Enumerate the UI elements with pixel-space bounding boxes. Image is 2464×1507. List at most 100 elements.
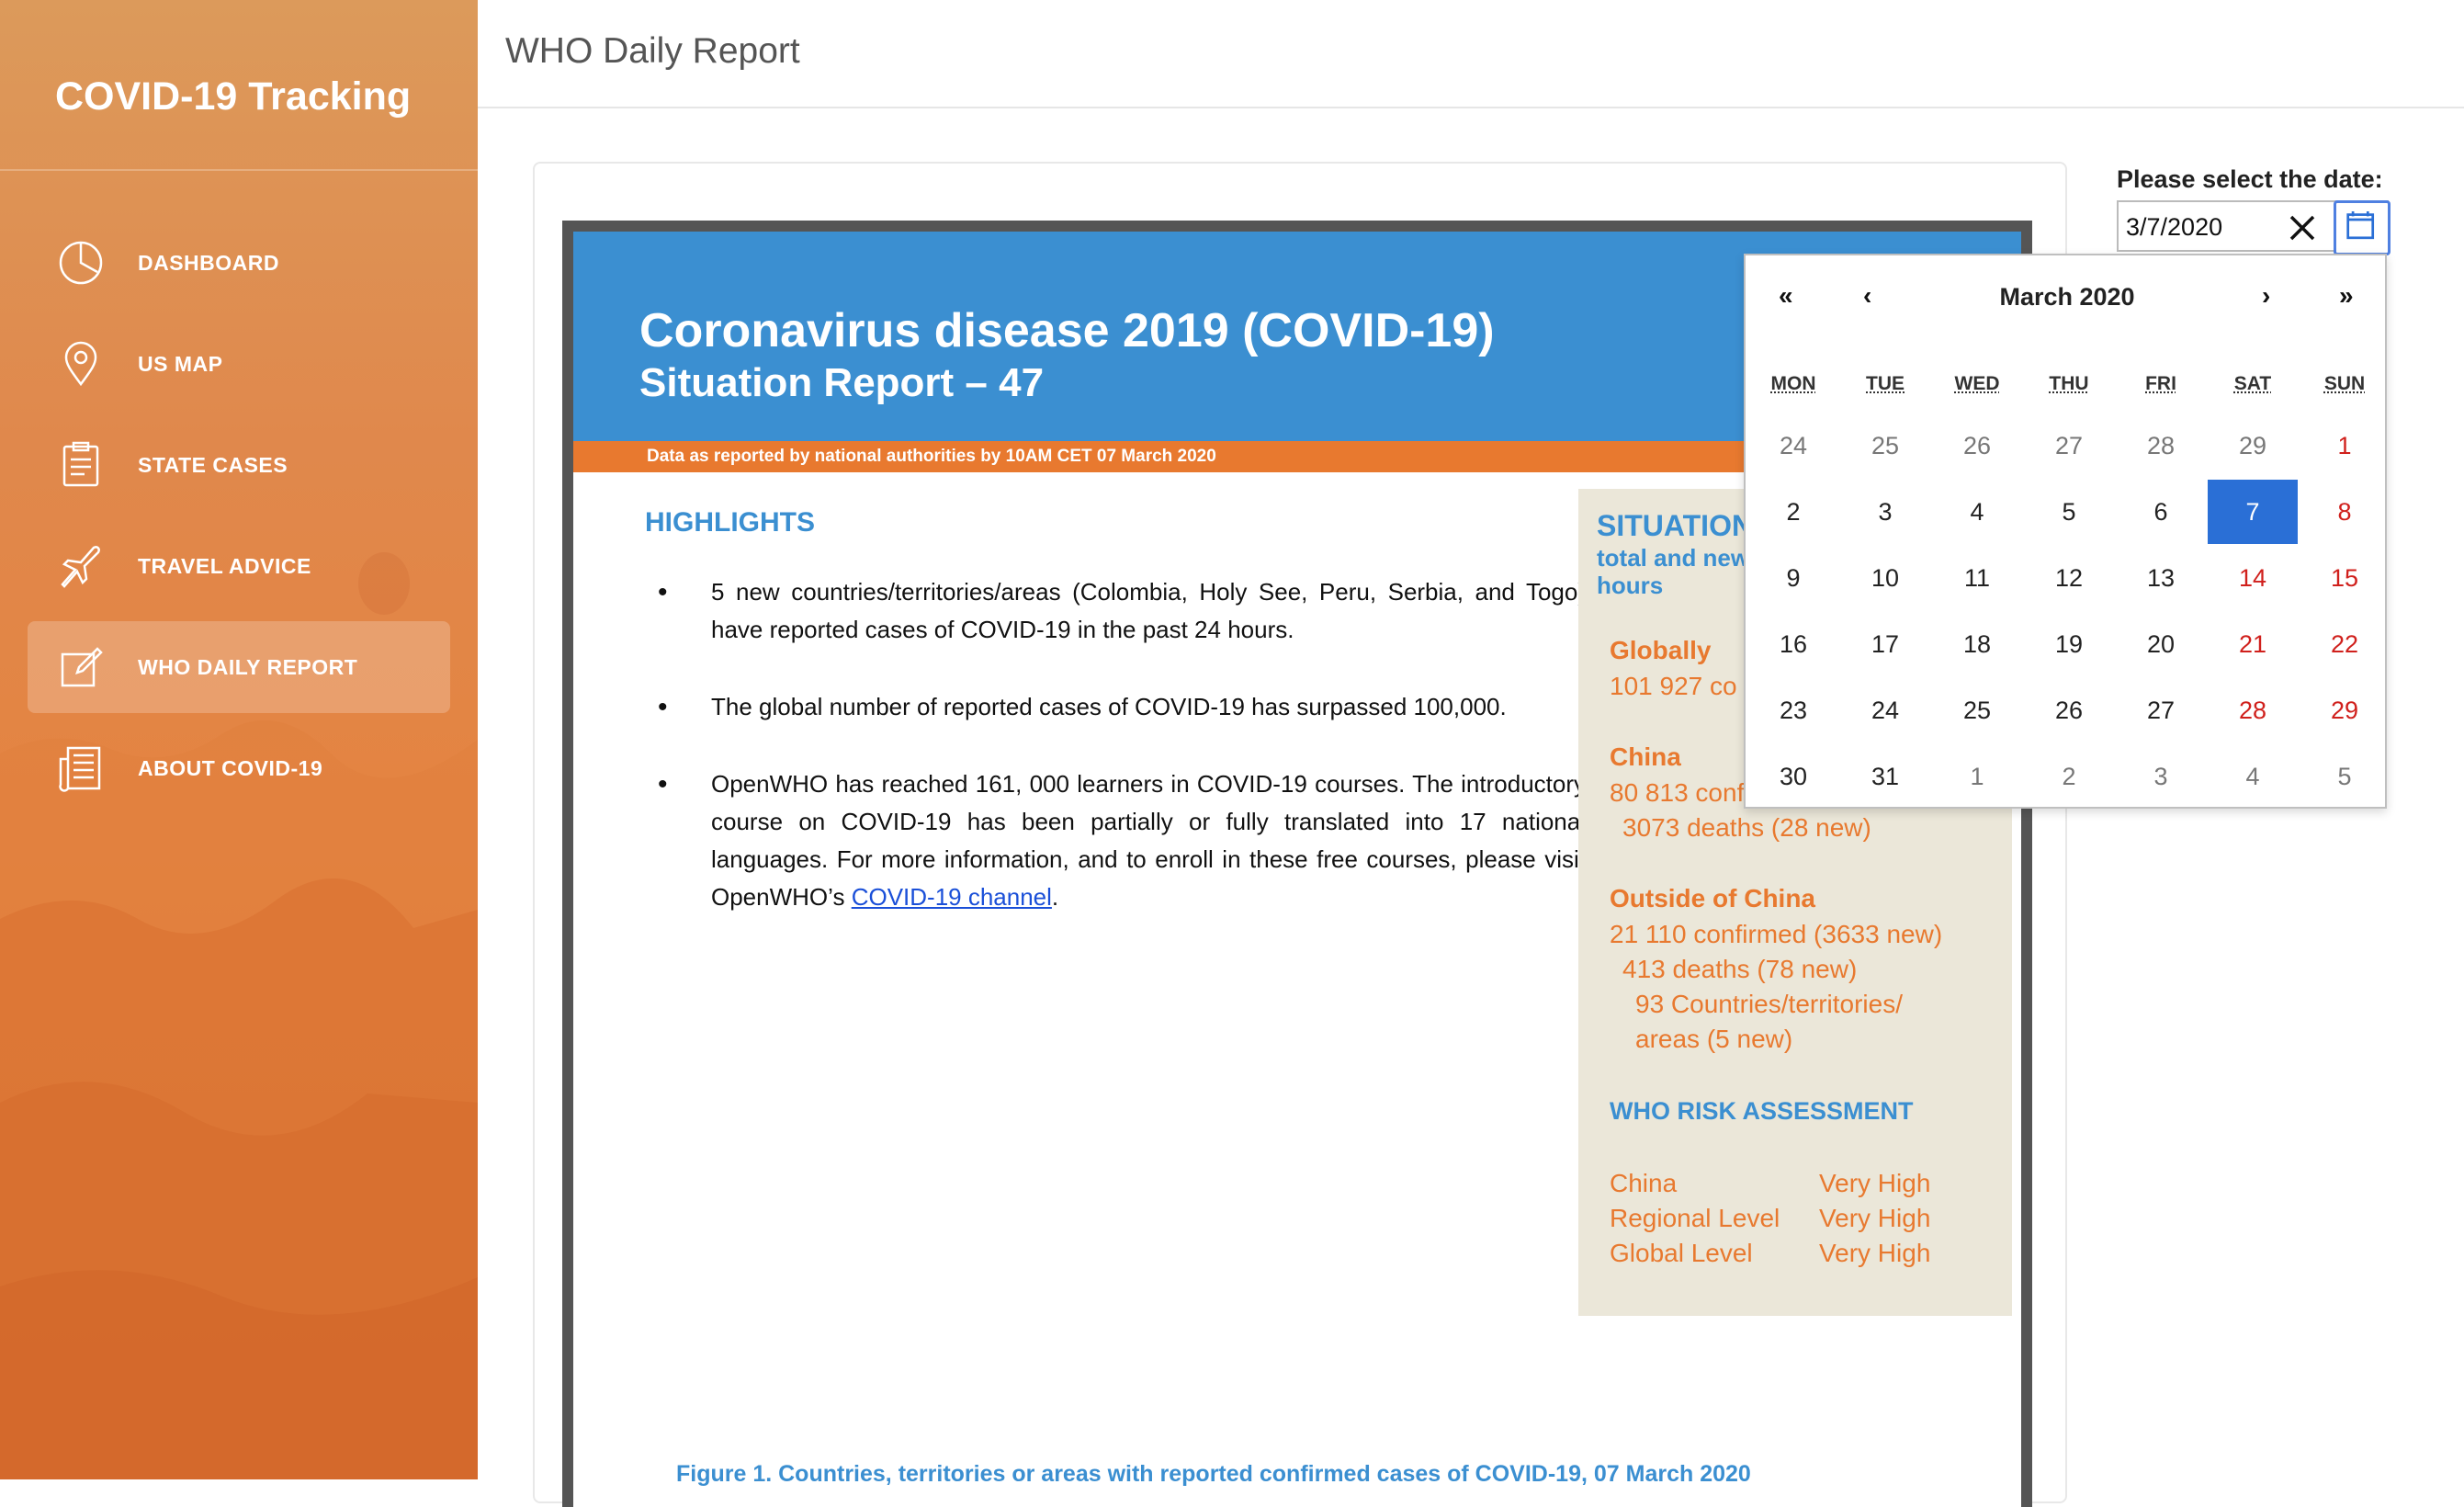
sidebar-item-who-daily-report[interactable]: WHO DAILY REPORT xyxy=(28,621,450,713)
calendar-day[interactable]: 9 xyxy=(1748,546,1838,610)
calendar-day[interactable]: 15 xyxy=(2300,546,2390,610)
calendar-day[interactable]: 3 xyxy=(2116,744,2206,809)
calendar-popup: « ‹ March 2020 › » MON TUE WED THU FRI SAT SUN… xyxy=(1744,254,2387,809)
date-picker-label: Please select the date: xyxy=(2117,165,2383,193)
highlights-title: HIGHLIGHTS xyxy=(645,507,815,538)
calendar-day[interactable]: 1 xyxy=(1932,744,2022,809)
sidebar-item-us-map[interactable]: US MAP xyxy=(28,318,450,410)
highlight-text: The global number of reported cases of C… xyxy=(711,693,1507,720)
calendar-day[interactable]: 8 xyxy=(2300,480,2390,544)
map-pin-icon xyxy=(64,341,97,387)
calendar-day[interactable]: 18 xyxy=(1932,612,2022,676)
calendar-day[interactable]: 1 xyxy=(2300,414,2390,478)
calendar-day[interactable]: 25 xyxy=(1932,678,2022,742)
app-brand: COVID-19 Tracking xyxy=(0,0,478,171)
weekday-header: WED xyxy=(1954,373,2000,394)
calendar-day[interactable]: 19 xyxy=(2024,612,2114,676)
calendar-day[interactable]: 23 xyxy=(1748,678,1838,742)
calendar-day[interactable]: 17 xyxy=(1840,612,1930,676)
risk-value: Very High xyxy=(1819,1239,1931,1267)
china-confirmed: 80 813 conf xyxy=(1610,778,1745,807)
globally-text: 101 927 co xyxy=(1610,672,1737,700)
covid-19-channel-link[interactable]: COVID-19 channel xyxy=(852,883,1052,911)
sidebar-item-label: ABOUT COVID-19 xyxy=(138,756,323,780)
calendar-day[interactable]: 22 xyxy=(2300,612,2390,676)
highlight-text: OpenWHO has reached 161, 000 learners in… xyxy=(711,770,1586,911)
highlights-list: 5 new countries/territories/areas (Colom… xyxy=(645,573,1586,956)
highlight-item: 5 new countries/territories/areas (Colom… xyxy=(645,573,1586,649)
weekday-header: MON xyxy=(1770,373,1816,394)
sidebar-item-label: WHO DAILY REPORT xyxy=(138,655,358,679)
calendar-day[interactable]: 16 xyxy=(1748,612,1838,676)
calendar-day[interactable]: 27 xyxy=(2116,678,2206,742)
calendar-day[interactable]: 11 xyxy=(1932,546,2022,610)
calendar-day[interactable]: 28 xyxy=(2208,678,2298,742)
calendar-day[interactable]: 27 xyxy=(2024,414,2114,478)
calendar-button[interactable] xyxy=(2334,200,2391,255)
calendar-day[interactable]: 29 xyxy=(2300,678,2390,742)
sidebar-item-about-covid-19[interactable]: ABOUT COVID-19 xyxy=(28,722,450,814)
weekday-header: THU xyxy=(2049,373,2089,394)
risk-row: Regional Level Very High xyxy=(1610,1204,1977,1233)
calendar-day[interactable]: 29 xyxy=(2208,414,2298,478)
risk-level: China xyxy=(1610,1169,1678,1197)
weekday-header: TUE xyxy=(1866,373,1905,394)
calendar-day[interactable]: 24 xyxy=(1748,414,1838,478)
calendar-day[interactable]: 5 xyxy=(2024,480,2114,544)
highlight-text: 5 new countries/territories/areas (Colom… xyxy=(711,578,1586,643)
weekday-header: FRI xyxy=(2145,373,2176,394)
outside-deaths: 413 deaths (78 new) xyxy=(1622,955,1858,983)
risk-value: Very High xyxy=(1819,1169,1931,1197)
sidebar-item-label: DASHBOARD xyxy=(138,251,279,275)
sidebar-nav: DASHBOARD US MAP STATE CASES TRAVEL ADVI… xyxy=(28,217,450,823)
calendar-day[interactable]: 2 xyxy=(1748,480,1838,544)
calendar-day-selected[interactable]: 7 xyxy=(2208,480,2298,544)
calendar-day[interactable]: 13 xyxy=(2116,546,2206,610)
calendar-day[interactable]: 5 xyxy=(2300,744,2390,809)
next-year-button[interactable]: » xyxy=(2339,281,2354,311)
outside-confirmed: 21 110 confirmed (3633 new) xyxy=(1610,920,1943,948)
sidebar-item-label: US MAP xyxy=(138,352,223,376)
close-icon[interactable] xyxy=(2284,210,2321,246)
globally-label: Globally xyxy=(1610,636,1712,664)
calendar-day[interactable]: 4 xyxy=(1932,480,2022,544)
calendar-day[interactable]: 25 xyxy=(1840,414,1930,478)
next-month-button[interactable]: › xyxy=(2262,281,2270,311)
calendar-day[interactable]: 20 xyxy=(2116,612,2206,676)
highlight-item: The global number of reported cases of C… xyxy=(645,688,1586,726)
calendar-day[interactable]: 2 xyxy=(2024,744,2114,809)
calendar-day[interactable]: 26 xyxy=(1932,414,2022,478)
sidebar-item-dashboard[interactable]: DASHBOARD xyxy=(28,217,450,309)
highlight-end: . xyxy=(1051,883,1059,911)
clipboard-icon xyxy=(62,441,99,487)
date-value[interactable]: 3/7/2020 xyxy=(2126,213,2222,242)
calendar-day[interactable]: 14 xyxy=(2208,546,2298,610)
sidebar-item-state-cases[interactable]: STATE CASES xyxy=(28,419,450,511)
calendar-day[interactable]: 4 xyxy=(2208,744,2298,809)
page-title: WHO Daily Report xyxy=(505,31,800,71)
calendar-day[interactable]: 31 xyxy=(1840,744,1930,809)
calendar-day[interactable]: 21 xyxy=(2208,612,2298,676)
highlight-item: OpenWHO has reached 161, 000 learners in… xyxy=(645,765,1586,916)
calendar-day[interactable]: 6 xyxy=(2116,480,2206,544)
sidebar-item-label: STATE CASES xyxy=(138,453,288,477)
calendar-day[interactable]: 24 xyxy=(1840,678,1930,742)
calendar-month: March 2020 xyxy=(1999,283,2135,311)
calendar-day[interactable]: 3 xyxy=(1840,480,1930,544)
calendar-day[interactable]: 28 xyxy=(2116,414,2206,478)
calendar-day[interactable]: 12 xyxy=(2024,546,2114,610)
risk-row: Global Level Very High xyxy=(1610,1239,1977,1268)
sidebar-item-travel-advice[interactable]: TRAVEL ADVICE xyxy=(28,520,450,612)
calendar-day[interactable]: 30 xyxy=(1748,744,1838,809)
risk-level: Global Level xyxy=(1610,1239,1753,1267)
weekday-header: SUN xyxy=(2323,373,2366,394)
outside-china-label: Outside of China xyxy=(1610,884,1815,912)
edit-icon xyxy=(61,647,103,687)
risk-level: Regional Level xyxy=(1610,1204,1780,1232)
calendar-day[interactable]: 10 xyxy=(1840,546,1930,610)
date-input[interactable]: 3/7/2020 xyxy=(2117,200,2391,255)
calendar-day[interactable]: 26 xyxy=(2024,678,2114,742)
report-title: Coronavirus disease 2019 (COVID-19) xyxy=(639,304,1495,357)
pie-chart-icon xyxy=(59,241,103,285)
china-deaths: 3073 deaths (28 new) xyxy=(1622,813,1871,842)
